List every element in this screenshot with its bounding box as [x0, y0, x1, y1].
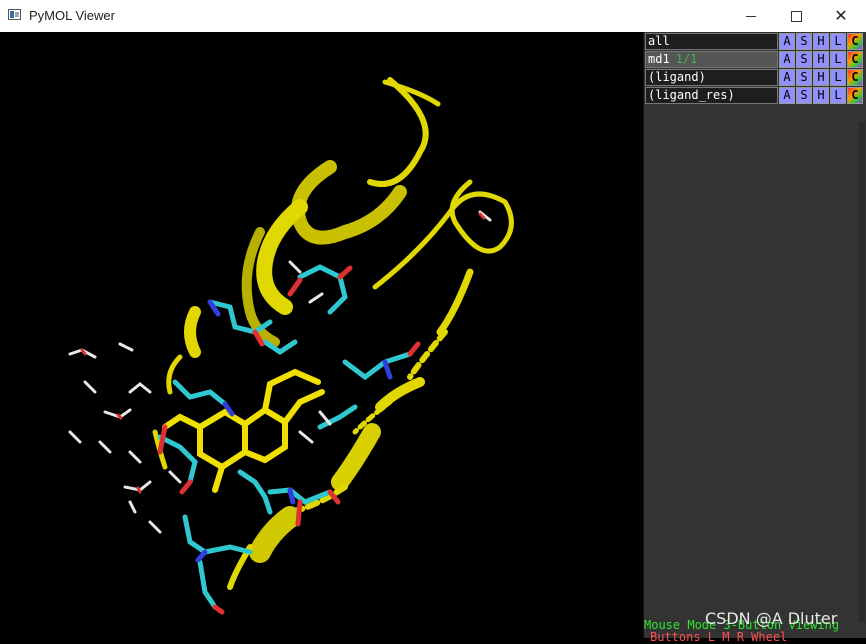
- label-button[interactable]: L: [830, 87, 846, 104]
- object-name[interactable]: (ligand): [645, 69, 778, 86]
- object-row-md1[interactable]: md1 1/1 A S H L C: [645, 51, 866, 68]
- molecule-viewport[interactable]: [0, 32, 643, 638]
- color-button[interactable]: C: [847, 51, 863, 68]
- hide-button[interactable]: H: [813, 69, 829, 86]
- minimize-icon: [746, 15, 756, 17]
- action-button[interactable]: A: [779, 87, 795, 104]
- watermark: CSDN @A Dluter: [705, 609, 838, 628]
- minimize-button[interactable]: [728, 0, 774, 32]
- buttons-legend-text: Buttons L M R Wheel: [650, 630, 788, 644]
- maximize-button[interactable]: [773, 0, 819, 32]
- window-title: PyMOL Viewer: [29, 8, 115, 23]
- close-button[interactable]: ✕: [818, 0, 864, 32]
- color-button[interactable]: C: [847, 69, 863, 86]
- label-button[interactable]: L: [830, 51, 846, 68]
- hide-button[interactable]: H: [813, 33, 829, 50]
- panel-scrollbar[interactable]: [859, 122, 865, 622]
- object-name[interactable]: md1 1/1: [645, 51, 778, 68]
- action-button[interactable]: A: [779, 69, 795, 86]
- label-button[interactable]: L: [830, 69, 846, 86]
- maximize-icon: [790, 10, 802, 22]
- object-name[interactable]: (ligand_res): [645, 87, 778, 104]
- protein-cartoon: [152, 77, 514, 590]
- show-button[interactable]: S: [796, 87, 812, 104]
- object-name[interactable]: all: [645, 33, 778, 50]
- show-button[interactable]: S: [796, 51, 812, 68]
- object-row-ligand-res[interactable]: (ligand_res) A S H L C: [645, 87, 866, 104]
- color-button[interactable]: C: [847, 33, 863, 50]
- action-button[interactable]: A: [779, 33, 795, 50]
- pymol-app-icon: [8, 9, 21, 20]
- action-button[interactable]: A: [779, 51, 795, 68]
- label-button[interactable]: L: [830, 33, 846, 50]
- show-button[interactable]: S: [796, 33, 812, 50]
- close-icon: ✕: [834, 6, 848, 25]
- molecule-render: [68, 77, 514, 615]
- object-row-ligand[interactable]: (ligand) A S H L C: [645, 69, 866, 86]
- show-button[interactable]: S: [796, 69, 812, 86]
- hide-button[interactable]: H: [813, 51, 829, 68]
- object-state: 1/1: [675, 52, 698, 66]
- object-panel: all A S H L C md1 1/1 A S H L C (ligand) …: [643, 32, 866, 638]
- title-bar: PyMOL Viewer ✕: [0, 0, 866, 32]
- color-button[interactable]: C: [847, 87, 863, 104]
- object-row-all[interactable]: all A S H L C: [645, 33, 866, 50]
- hide-button[interactable]: H: [813, 87, 829, 104]
- water-molecules: [68, 210, 492, 534]
